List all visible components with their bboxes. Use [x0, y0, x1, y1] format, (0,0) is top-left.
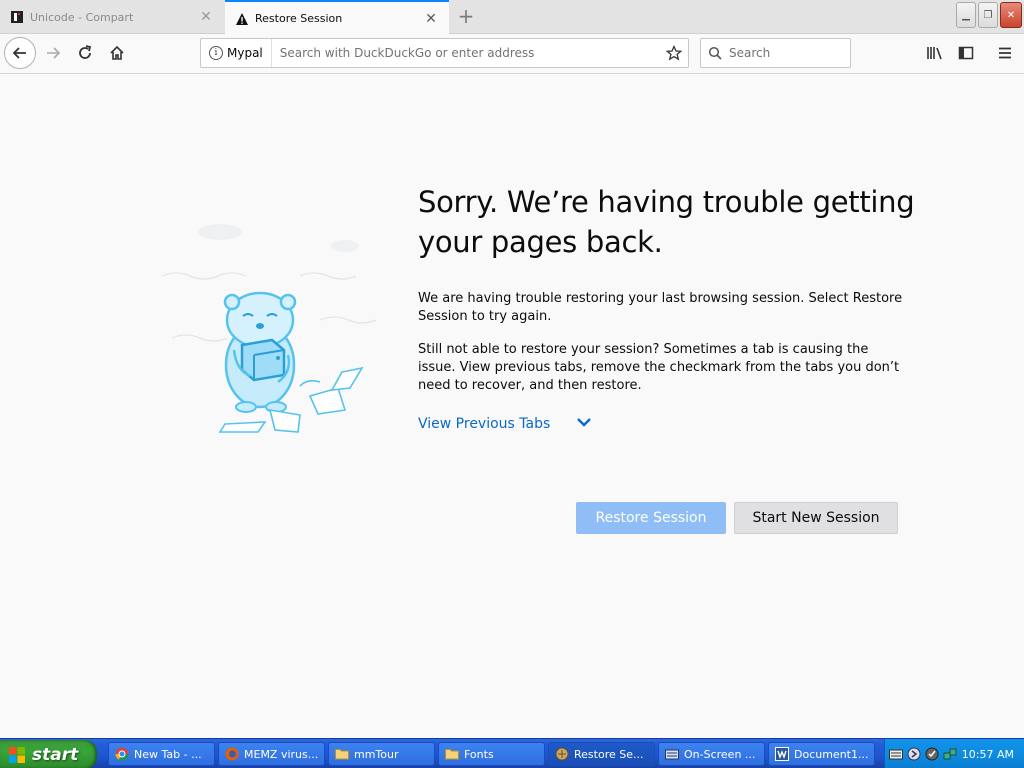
restore-window-button[interactable]: ❐ [978, 2, 998, 28]
search-bar[interactable] [700, 38, 851, 68]
taskbar-button-restore-session[interactable]: Restore Se... [548, 742, 655, 766]
compart-favicon-icon [10, 10, 24, 24]
keyboard-icon [665, 747, 679, 761]
warning-icon [235, 12, 249, 26]
hamburger-menu-icon [999, 47, 1011, 59]
close-tab-icon[interactable]: ✕ [198, 9, 214, 25]
start-new-session-button[interactable]: Start New Session [734, 502, 898, 534]
forward-arrow-icon [47, 47, 61, 59]
start-button[interactable]: start [0, 740, 97, 768]
security-tray-icon[interactable] [925, 747, 939, 761]
taskbar-button-fonts[interactable]: Fonts [438, 742, 545, 766]
tab-label: Restore Session [255, 12, 343, 25]
reload-icon [79, 45, 92, 59]
network-tray-icon[interactable] [943, 747, 957, 761]
chrome-icon [115, 747, 129, 761]
bookmark-star-icon[interactable] [660, 45, 688, 61]
description-paragraph: We are having trouble restoring your las… [418, 291, 903, 324]
back-arrow-icon [12, 47, 26, 59]
tab-restore-session[interactable]: Restore Session ✕ [225, 0, 449, 35]
home-button[interactable] [102, 38, 132, 68]
home-icon [110, 45, 124, 60]
tab-strip: Unicode - Compart ✕ Restore Session ✕ + … [0, 0, 1024, 35]
tab-label: Unicode - Compart [30, 10, 134, 24]
taskbar-button-on-screen-keyboard[interactable]: On-Screen ... [658, 742, 765, 766]
chevron-down-icon [576, 416, 592, 432]
search-input[interactable] [729, 46, 850, 60]
address-input[interactable] [271, 46, 660, 60]
task-label: New Tab - ... [134, 747, 202, 761]
firefox-icon [225, 747, 239, 761]
keyboard-tray-icon[interactable] [889, 747, 903, 761]
taskbar-button-memz[interactable]: MEMZ virus... [218, 742, 325, 766]
help-paragraph: Still not able to restore your session? … [418, 342, 900, 393]
tray-expand-icon[interactable] [907, 747, 921, 761]
restore-session-button[interactable]: Restore Session [576, 502, 726, 534]
close-tab-icon[interactable]: ✕ [423, 11, 439, 27]
reload-button[interactable] [70, 38, 100, 68]
task-label: On-Screen ... [684, 747, 756, 761]
window-controls: ▁ ❐ ✕ [956, 2, 1022, 28]
task-label: Document1... [794, 747, 869, 761]
taskbar-button-document1[interactable]: Document1... [768, 742, 875, 766]
close-window-button[interactable]: ✕ [1000, 2, 1022, 28]
system-tray: 10:57 AM [884, 739, 1024, 768]
taskbar-button-new-tab[interactable]: New Tab - ... [108, 742, 215, 766]
library-icon [927, 47, 942, 60]
browser-icon [555, 747, 569, 761]
forward-button[interactable] [38, 38, 68, 68]
clock: 10:57 AM [961, 747, 1014, 761]
page-title: Sorry. We’re having trouble getting your… [418, 185, 915, 259]
word-icon [775, 747, 789, 761]
navigation-toolbar: i Mypal [0, 34, 1024, 74]
taskbar-button-mmtour[interactable]: mmTour [328, 742, 435, 766]
url-bar[interactable]: i Mypal [200, 38, 689, 68]
sidebar-icon [958, 46, 974, 60]
sad-bear-illustration [150, 210, 390, 440]
identity-label: Mypal [227, 46, 263, 60]
new-tab-button[interactable]: + [455, 5, 477, 27]
folder-icon [335, 747, 349, 761]
site-identity[interactable]: i Mypal [201, 39, 272, 67]
task-label: MEMZ virus... [244, 747, 319, 761]
view-previous-tabs-toggle[interactable]: View Previous Tabs [418, 416, 592, 432]
task-label: mmTour [354, 747, 399, 761]
library-button[interactable] [920, 38, 950, 68]
minimize-button[interactable]: ▁ [956, 2, 976, 28]
start-label: start [32, 744, 79, 765]
view-previous-tabs-label: View Previous Tabs [418, 416, 551, 432]
task-label: Restore Se... [574, 747, 644, 761]
sidebar-button[interactable] [951, 38, 981, 68]
windows-flag-icon [8, 746, 26, 764]
info-icon: i [209, 46, 223, 60]
folder-icon [445, 747, 459, 761]
back-button[interactable] [4, 37, 36, 69]
search-icon [701, 46, 729, 60]
menu-button[interactable] [990, 38, 1020, 68]
windows-taskbar: start New Tab - ... MEMZ virus... mmTour… [0, 738, 1024, 768]
tab-unicode-compart[interactable]: Unicode - Compart ✕ [0, 0, 224, 34]
task-label: Fonts [464, 747, 494, 761]
